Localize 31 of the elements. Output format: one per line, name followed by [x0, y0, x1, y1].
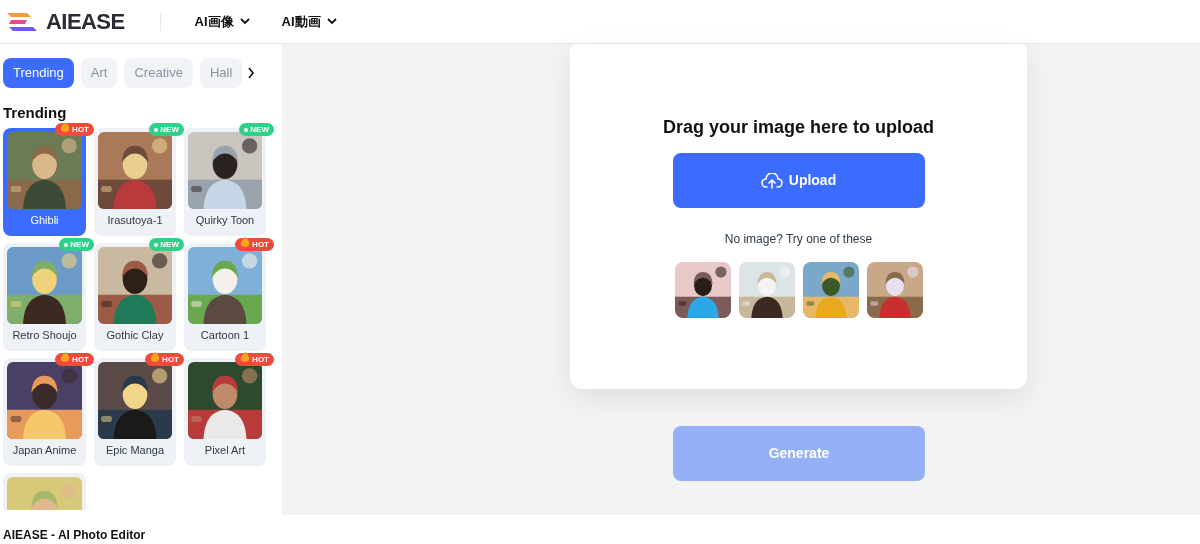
new-badge: NEW: [59, 238, 94, 251]
hot-badge: HOT: [235, 353, 274, 366]
flame-icon: [60, 123, 71, 133]
sample-image[interactable]: [802, 262, 859, 318]
nav-menu[interactable]: AI動画: [281, 11, 337, 32]
chevron-down-icon: [239, 18, 250, 25]
flame-icon: [240, 236, 251, 248]
upload-title: Drag your image here to upload: [662, 116, 934, 139]
flame-icon: [60, 351, 71, 363]
upload-button[interactable]: Upload: [672, 153, 925, 208]
hot-badge: HOT: [55, 353, 94, 366]
chevron-right-icon[interactable]: [247, 67, 256, 79]
flame-icon: [150, 351, 161, 363]
sample-hint: No image? Try one of these: [724, 231, 873, 248]
new-badge: NEW: [149, 238, 184, 251]
cloud-upload-icon: [760, 172, 783, 189]
app-title: AIEASE - AI Photo Editor: [3, 529, 146, 542]
logo-icon: [5, 10, 39, 33]
hot-badge: HOT: [145, 353, 184, 366]
flame-icon: [240, 351, 251, 363]
hot-badge: HOT: [235, 238, 274, 251]
new-badge: NEW: [149, 123, 184, 136]
hot-badge: HOT: [55, 123, 94, 136]
category-tab[interactable]: Trending: [3, 58, 74, 88]
chevron-down-icon: [326, 18, 337, 25]
brand-name: AIEASE: [46, 8, 125, 36]
section-title: Trending: [2, 105, 68, 120]
sample-image[interactable]: [674, 262, 731, 318]
sample-image[interactable]: [738, 262, 795, 318]
nav-menu[interactable]: AI画像: [194, 11, 250, 32]
new-badge: NEW: [239, 123, 274, 136]
